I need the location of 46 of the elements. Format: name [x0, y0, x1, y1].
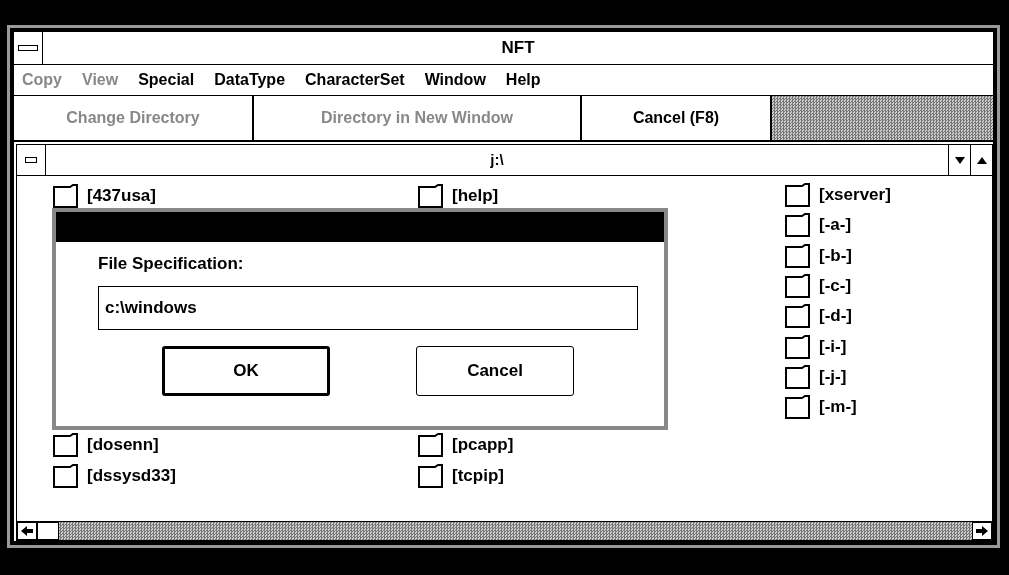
menu-item[interactable]: Window [424, 71, 486, 89]
folder-icon [53, 433, 79, 458]
menu-item[interactable]: DataType [214, 71, 286, 89]
menu-item[interactable]: Help [505, 71, 541, 89]
toolbar-button[interactable]: Cancel (F8) [582, 96, 772, 140]
left-arrow-icon [21, 526, 33, 536]
menu-item[interactable]: CharacterSet [305, 71, 405, 89]
dialog-button[interactable]: Cancel [416, 346, 574, 396]
folder-name[interactable]: [-a-] [819, 215, 852, 236]
folder-icon [785, 274, 811, 299]
file-specification-field[interactable]: c:\windows [98, 286, 638, 330]
folder-icon [418, 464, 444, 489]
up-arrow-icon [976, 156, 987, 164]
folder-icon [785, 304, 811, 329]
folder-name[interactable]: [dosenn] [87, 435, 159, 456]
menu-item[interactable]: Special [138, 71, 195, 89]
window-title: NFT [500, 37, 536, 59]
folder-name[interactable]: [-m-] [819, 397, 857, 418]
right-arrow-icon [976, 526, 988, 536]
folder-icon [785, 395, 811, 420]
folder-name[interactable]: [pcapp] [452, 435, 514, 456]
folder-name[interactable]: [dssysd33] [87, 466, 176, 487]
folder-name[interactable]: [tcpip] [452, 466, 504, 487]
folder-icon [785, 364, 811, 389]
folder-name[interactable]: [help] [452, 185, 499, 206]
folder-name[interactable]: [-b-] [819, 245, 853, 266]
scroll-right-button[interactable] [972, 522, 992, 540]
folder-icon [418, 433, 444, 458]
folder-icon [785, 243, 811, 268]
dialog-button[interactable]: OK [162, 346, 330, 396]
field-label: File Specification: [98, 254, 245, 274]
down-arrow-icon [954, 156, 965, 164]
scroll-thumb[interactable] [37, 522, 59, 540]
directory-path-title: j:\ [489, 150, 505, 170]
scroll-left-button[interactable] [17, 522, 37, 540]
folder-icon [53, 464, 79, 489]
folder-name[interactable]: [-c-] [819, 276, 852, 297]
folder-name[interactable]: [437usa] [87, 185, 156, 206]
folder-name[interactable]: [-j-] [819, 366, 847, 387]
folder-icon [785, 334, 811, 359]
horizontal-scrollbar[interactable] [17, 521, 992, 540]
folder-name[interactable]: [-d-] [819, 306, 853, 327]
folder-icon [785, 213, 811, 238]
folder-icon [785, 183, 811, 208]
folder-name[interactable]: [xserver] [819, 185, 891, 206]
folder-name[interactable]: [-i-] [819, 336, 847, 357]
